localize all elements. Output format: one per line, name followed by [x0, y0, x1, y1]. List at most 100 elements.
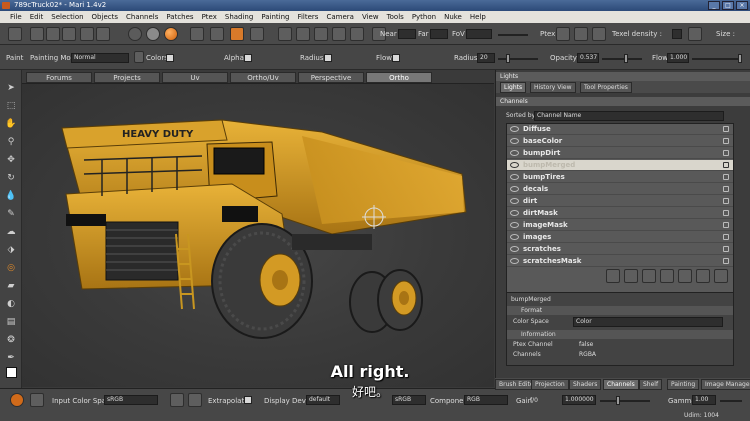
lock-icon[interactable]	[723, 234, 729, 240]
lock-icon[interactable]	[723, 150, 729, 156]
projection-icon[interactable]	[230, 27, 244, 41]
painting-mode-select[interactable]: Normal	[71, 53, 129, 63]
tab-ortho-uv[interactable]: Ortho/Uv	[230, 72, 296, 83]
paint-through-icon[interactable]	[190, 27, 204, 41]
colors-checkbox[interactable]	[166, 54, 174, 62]
lock-icon[interactable]	[723, 186, 729, 192]
slice-icon[interactable]: ▰	[5, 280, 17, 292]
foreground-color-swatch[interactable]	[6, 367, 17, 378]
move-icon[interactable]: ✥	[5, 154, 17, 166]
menu-tools[interactable]: Tools	[383, 11, 408, 23]
menu-edit[interactable]: Edit	[26, 11, 48, 23]
gain-slider[interactable]	[600, 400, 650, 402]
tab-forums[interactable]: Forums	[26, 72, 92, 83]
component-select[interactable]: RGB	[464, 395, 508, 405]
radius-checkbox[interactable]	[324, 54, 332, 62]
export-channel-icon[interactable]	[660, 269, 674, 283]
menu-filters[interactable]: Filters	[293, 11, 322, 23]
channel-row[interactable]: decals	[507, 184, 733, 195]
tab-channels[interactable]: Channels	[603, 379, 639, 390]
flow-slider-handle[interactable]	[738, 54, 742, 63]
dropper-icon[interactable]: 💧	[5, 190, 17, 202]
menu-camera[interactable]: Camera	[322, 11, 357, 23]
menu-python[interactable]: Python	[408, 11, 440, 23]
radius-slider-handle[interactable]	[506, 54, 510, 63]
tab-image-manager[interactable]: Image Manager	[701, 379, 750, 390]
lock-icon[interactable]	[723, 138, 729, 144]
layers-icon[interactable]: ▤	[5, 316, 17, 328]
add-channel-icon[interactable]	[606, 269, 620, 283]
painting-mode-dropdown-icon[interactable]	[134, 51, 144, 63]
clone-icon[interactable]: ⬗	[5, 244, 17, 256]
rotate-icon[interactable]: ↻	[5, 172, 17, 184]
near-field[interactable]	[398, 29, 416, 39]
frame-icon[interactable]	[350, 27, 364, 41]
opacity-slider[interactable]	[602, 58, 642, 60]
delete-channel-icon[interactable]	[714, 269, 728, 283]
channel-row[interactable]: Diffuse	[507, 124, 733, 135]
tab-tool-properties[interactable]: Tool Properties	[580, 82, 632, 93]
tab-lights[interactable]: Lights	[500, 82, 527, 93]
expand-icon[interactable]	[332, 27, 346, 41]
menu-ptex[interactable]: Ptex	[198, 11, 221, 23]
burn-icon[interactable]: ❂	[5, 334, 17, 346]
channel-row[interactable]: imageMask	[507, 220, 733, 231]
visibility-eye-icon[interactable]	[510, 246, 519, 252]
texel-icon[interactable]	[688, 27, 702, 41]
grid-icon[interactable]	[30, 27, 44, 41]
texel-density-field[interactable]	[672, 29, 682, 39]
cursor-icon[interactable]	[8, 27, 22, 41]
visibility-eye-icon[interactable]	[510, 198, 519, 204]
menu-view[interactable]: View	[358, 11, 383, 23]
visibility-eye-icon[interactable]	[510, 150, 519, 156]
ptex-face-icon[interactable]	[592, 27, 606, 41]
duplicate-channel-icon[interactable]	[624, 269, 638, 283]
radius-slider[interactable]	[498, 58, 538, 60]
tab-ortho[interactable]: Ortho	[366, 72, 432, 83]
menu-shading[interactable]: Shading	[221, 11, 257, 23]
channel-row[interactable]: baseColor	[507, 136, 733, 147]
channel-row[interactable]: scratches	[507, 244, 733, 255]
channel-row[interactable]: scratchesMask	[507, 256, 733, 267]
tab-shaders[interactable]: Shaders	[569, 379, 602, 390]
opacity-field[interactable]: 0.537	[577, 53, 599, 63]
menu-objects[interactable]: Objects	[88, 11, 122, 23]
snapshot-icon[interactable]	[210, 27, 224, 41]
color-space-select[interactable]: Color	[573, 317, 723, 327]
visibility-eye-icon[interactable]	[510, 186, 519, 192]
radius-field[interactable]: 20	[477, 53, 495, 63]
checker-icon[interactable]	[62, 27, 76, 41]
channel-row-selected[interactable]: bumpMerged	[507, 160, 733, 171]
menu-patches[interactable]: Patches	[162, 11, 197, 23]
grid-alt-icon[interactable]	[46, 27, 60, 41]
camera-icon[interactable]	[278, 27, 292, 41]
lock-icon[interactable]	[723, 246, 729, 252]
menu-selection[interactable]: Selection	[47, 11, 87, 23]
bucket-icon[interactable]: ◐	[5, 298, 17, 310]
visibility-eye-icon[interactable]	[510, 258, 519, 264]
flat-shading-icon[interactable]	[128, 27, 142, 41]
import-channel-icon[interactable]	[642, 269, 656, 283]
visibility-eye-icon[interactable]	[510, 234, 519, 240]
close-button[interactable]: ×	[736, 1, 748, 10]
lock-icon[interactable]	[723, 174, 729, 180]
menu-painting[interactable]: Painting	[257, 11, 293, 23]
tab-uv[interactable]: Uv	[162, 72, 228, 83]
tab-projection[interactable]: Projection	[531, 379, 569, 390]
visibility-eye-icon[interactable]	[510, 138, 519, 144]
tab-painting[interactable]: Painting	[667, 379, 700, 390]
flow-field[interactable]: 1.000	[667, 53, 689, 63]
menu-help[interactable]: Help	[466, 11, 490, 23]
visibility-eye-icon[interactable]	[510, 222, 519, 228]
render-icon[interactable]	[296, 27, 310, 41]
filter-icon[interactable]	[170, 393, 184, 407]
zoom-icon[interactable]: ⚲	[5, 136, 17, 148]
3d-viewport[interactable]: HEAVY DUTY	[22, 84, 494, 387]
channel-row[interactable]: dirt	[507, 196, 733, 207]
fov-slider[interactable]	[498, 34, 528, 36]
alpha-checkbox[interactable]	[244, 54, 252, 62]
color-manage-icon[interactable]	[30, 393, 44, 407]
maximize-button[interactable]: □	[722, 1, 734, 10]
layout-icon[interactable]	[314, 27, 328, 41]
information-section-header[interactable]: Information	[507, 330, 733, 339]
